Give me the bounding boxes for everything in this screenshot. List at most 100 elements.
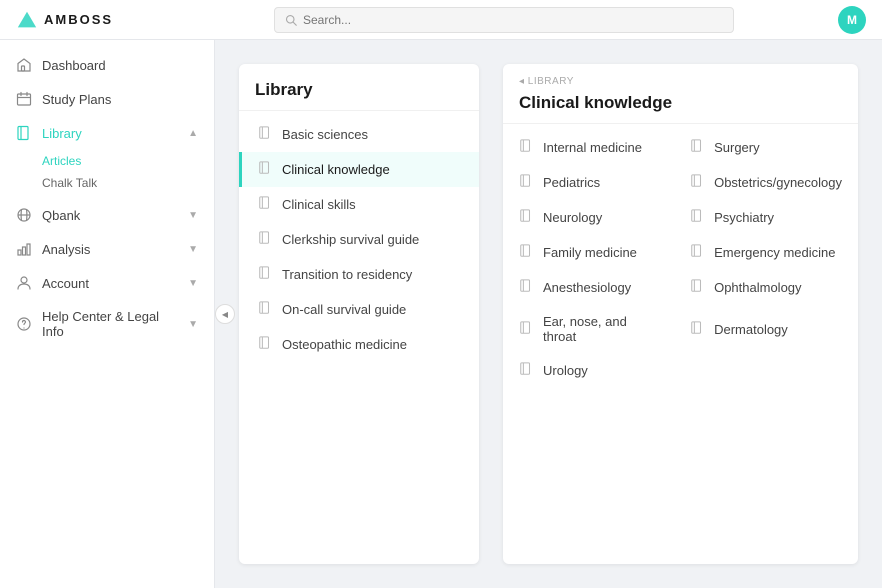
sidebar: Dashboard Study Plans Library ▲ Articles… [0, 40, 215, 588]
book-page-icon-6 [258, 336, 272, 353]
ck-book-icon-5 [690, 209, 704, 226]
ck-book-icon-2 [519, 174, 533, 191]
amboss-logo-icon [16, 9, 38, 31]
ck-item-label-5: Psychiatry [714, 210, 774, 225]
ck-book-icon-12 [519, 362, 533, 379]
topbar: AMBOSS M [0, 0, 882, 40]
sidebar-sub-articles[interactable]: Articles [42, 150, 214, 172]
bar-chart-icon [16, 241, 32, 257]
sidebar-collapse-button[interactable]: ◀ [215, 304, 235, 324]
sidebar-item-analysis[interactable]: Analysis ▼ [0, 232, 214, 266]
user-icon [16, 275, 32, 291]
library-panel: Library Basic sciences Clinical knowledg… [239, 64, 479, 564]
library-item-label-5: On-call survival guide [282, 302, 406, 317]
ck-item-ent[interactable]: Ear, nose, and throat [503, 305, 674, 353]
analysis-chevron-icon: ▼ [188, 244, 198, 255]
sidebar-label-analysis: Analysis [42, 242, 178, 257]
ck-item-label-4: Neurology [543, 210, 602, 225]
library-item-label-1: Clinical knowledge [282, 162, 390, 177]
sidebar-sub-chalk-talk[interactable]: Chalk Talk [42, 172, 214, 194]
search-icon [285, 14, 297, 26]
book-icon [16, 125, 32, 141]
ck-item-label-8: Anesthesiology [543, 280, 631, 295]
ck-item-label-1: Surgery [714, 140, 760, 155]
sidebar-item-study-plans[interactable]: Study Plans [0, 82, 214, 116]
library-item-clinical-knowledge[interactable]: Clinical knowledge [239, 152, 479, 187]
ck-item-label-0: Internal medicine [543, 140, 642, 155]
library-chevron-icon: ▲ [188, 128, 198, 139]
library-item-label-4: Transition to residency [282, 267, 412, 282]
ck-book-icon-6 [519, 244, 533, 261]
ck-item-pediatrics[interactable]: Pediatrics [503, 165, 674, 200]
ck-item-neurology[interactable]: Neurology [503, 200, 674, 235]
ck-book-icon-3 [690, 174, 704, 191]
ck-book-icon-7 [690, 244, 704, 261]
ck-item-label-9: Ophthalmology [714, 280, 801, 295]
library-panel-title: Library [239, 64, 479, 111]
ck-book-icon-0 [519, 139, 533, 156]
ck-item-internal-medicine[interactable]: Internal medicine [503, 130, 674, 165]
ck-items-grid: Internal medicine Surgery Pediatrics [503, 124, 858, 394]
ck-item-ophthalmology[interactable]: Ophthalmology [674, 270, 858, 305]
sidebar-label-account: Account [42, 276, 178, 291]
ck-item-family-medicine[interactable]: Family medicine [503, 235, 674, 270]
book-page-icon-0 [258, 126, 272, 143]
main-layout: Dashboard Study Plans Library ▲ Articles… [0, 40, 882, 588]
book-page-icon-3 [258, 231, 272, 248]
ck-book-icon-8 [519, 279, 533, 296]
sidebar-label-qbank: Qbank [42, 208, 178, 223]
sidebar-item-account[interactable]: Account ▼ [0, 266, 214, 300]
library-item-basic-sciences[interactable]: Basic sciences [239, 117, 479, 152]
ck-book-icon-9 [690, 279, 704, 296]
help-circle-icon [16, 316, 32, 332]
sidebar-label-help: Help Center & Legal Info [42, 309, 178, 339]
home-icon [16, 57, 32, 73]
ck-item-surgery[interactable]: Surgery [674, 130, 858, 165]
sidebar-item-qbank[interactable]: Qbank ▼ [0, 198, 214, 232]
search-bar[interactable] [274, 7, 734, 33]
book-page-icon-5 [258, 301, 272, 318]
ck-item-label-12: Urology [543, 363, 588, 378]
ck-book-icon-1 [690, 139, 704, 156]
ck-item-emergency-medicine[interactable]: Emergency medicine [674, 235, 858, 270]
ck-item-label-2: Pediatrics [543, 175, 600, 190]
ck-book-icon-11 [690, 321, 704, 338]
ck-item-label-10: Ear, nose, and throat [543, 314, 658, 344]
library-item-on-call[interactable]: On-call survival guide [239, 292, 479, 327]
calendar-icon [16, 91, 32, 107]
library-subitems: Articles Chalk Talk [0, 150, 214, 198]
ck-item-psychiatry[interactable]: Psychiatry [674, 200, 858, 235]
ck-item-dermatology[interactable]: Dermatology [674, 305, 858, 353]
collapse-chevron-icon: ◀ [222, 310, 228, 319]
library-item-clinical-skills[interactable]: Clinical skills [239, 187, 479, 222]
library-item-clerkship[interactable]: Clerkship survival guide [239, 222, 479, 257]
ck-item-urology[interactable]: Urology [503, 353, 674, 388]
search-input[interactable] [303, 13, 723, 27]
sidebar-label-dashboard: Dashboard [42, 58, 198, 73]
library-item-label-0: Basic sciences [282, 127, 368, 142]
sidebar-item-dashboard[interactable]: Dashboard [0, 48, 214, 82]
ck-item-anesthesiology[interactable]: Anesthesiology [503, 270, 674, 305]
library-item-label-3: Clerkship survival guide [282, 232, 419, 247]
library-item-osteopathic[interactable]: Osteopathic medicine [239, 327, 479, 362]
ck-book-icon-10 [519, 321, 533, 338]
library-item-transition[interactable]: Transition to residency [239, 257, 479, 292]
grid-icon [16, 207, 32, 223]
book-page-icon-4 [258, 266, 272, 283]
account-chevron-icon: ▼ [188, 278, 198, 289]
ck-breadcrumb: ◂ LIBRARY [503, 64, 858, 87]
clinical-knowledge-panel: ◂ LIBRARY Clinical knowledge Internal me… [503, 64, 858, 564]
library-item-label-2: Clinical skills [282, 197, 356, 212]
book-page-icon-2 [258, 196, 272, 213]
ck-item-ob-gyn[interactable]: Obstetrics/gynecology [674, 165, 858, 200]
library-item-label-6: Osteopathic medicine [282, 337, 407, 352]
ck-item-label-7: Emergency medicine [714, 245, 835, 260]
ck-item-label-6: Family medicine [543, 245, 637, 260]
qbank-chevron-icon: ▼ [188, 210, 198, 221]
avatar[interactable]: M [838, 6, 866, 34]
ck-panel-title: Clinical knowledge [503, 87, 858, 124]
sidebar-item-help[interactable]: Help Center & Legal Info ▼ [0, 300, 214, 348]
sidebar-item-library[interactable]: Library ▲ [0, 116, 214, 150]
logo-area: AMBOSS [16, 9, 216, 31]
sidebar-label-study-plans: Study Plans [42, 92, 198, 107]
